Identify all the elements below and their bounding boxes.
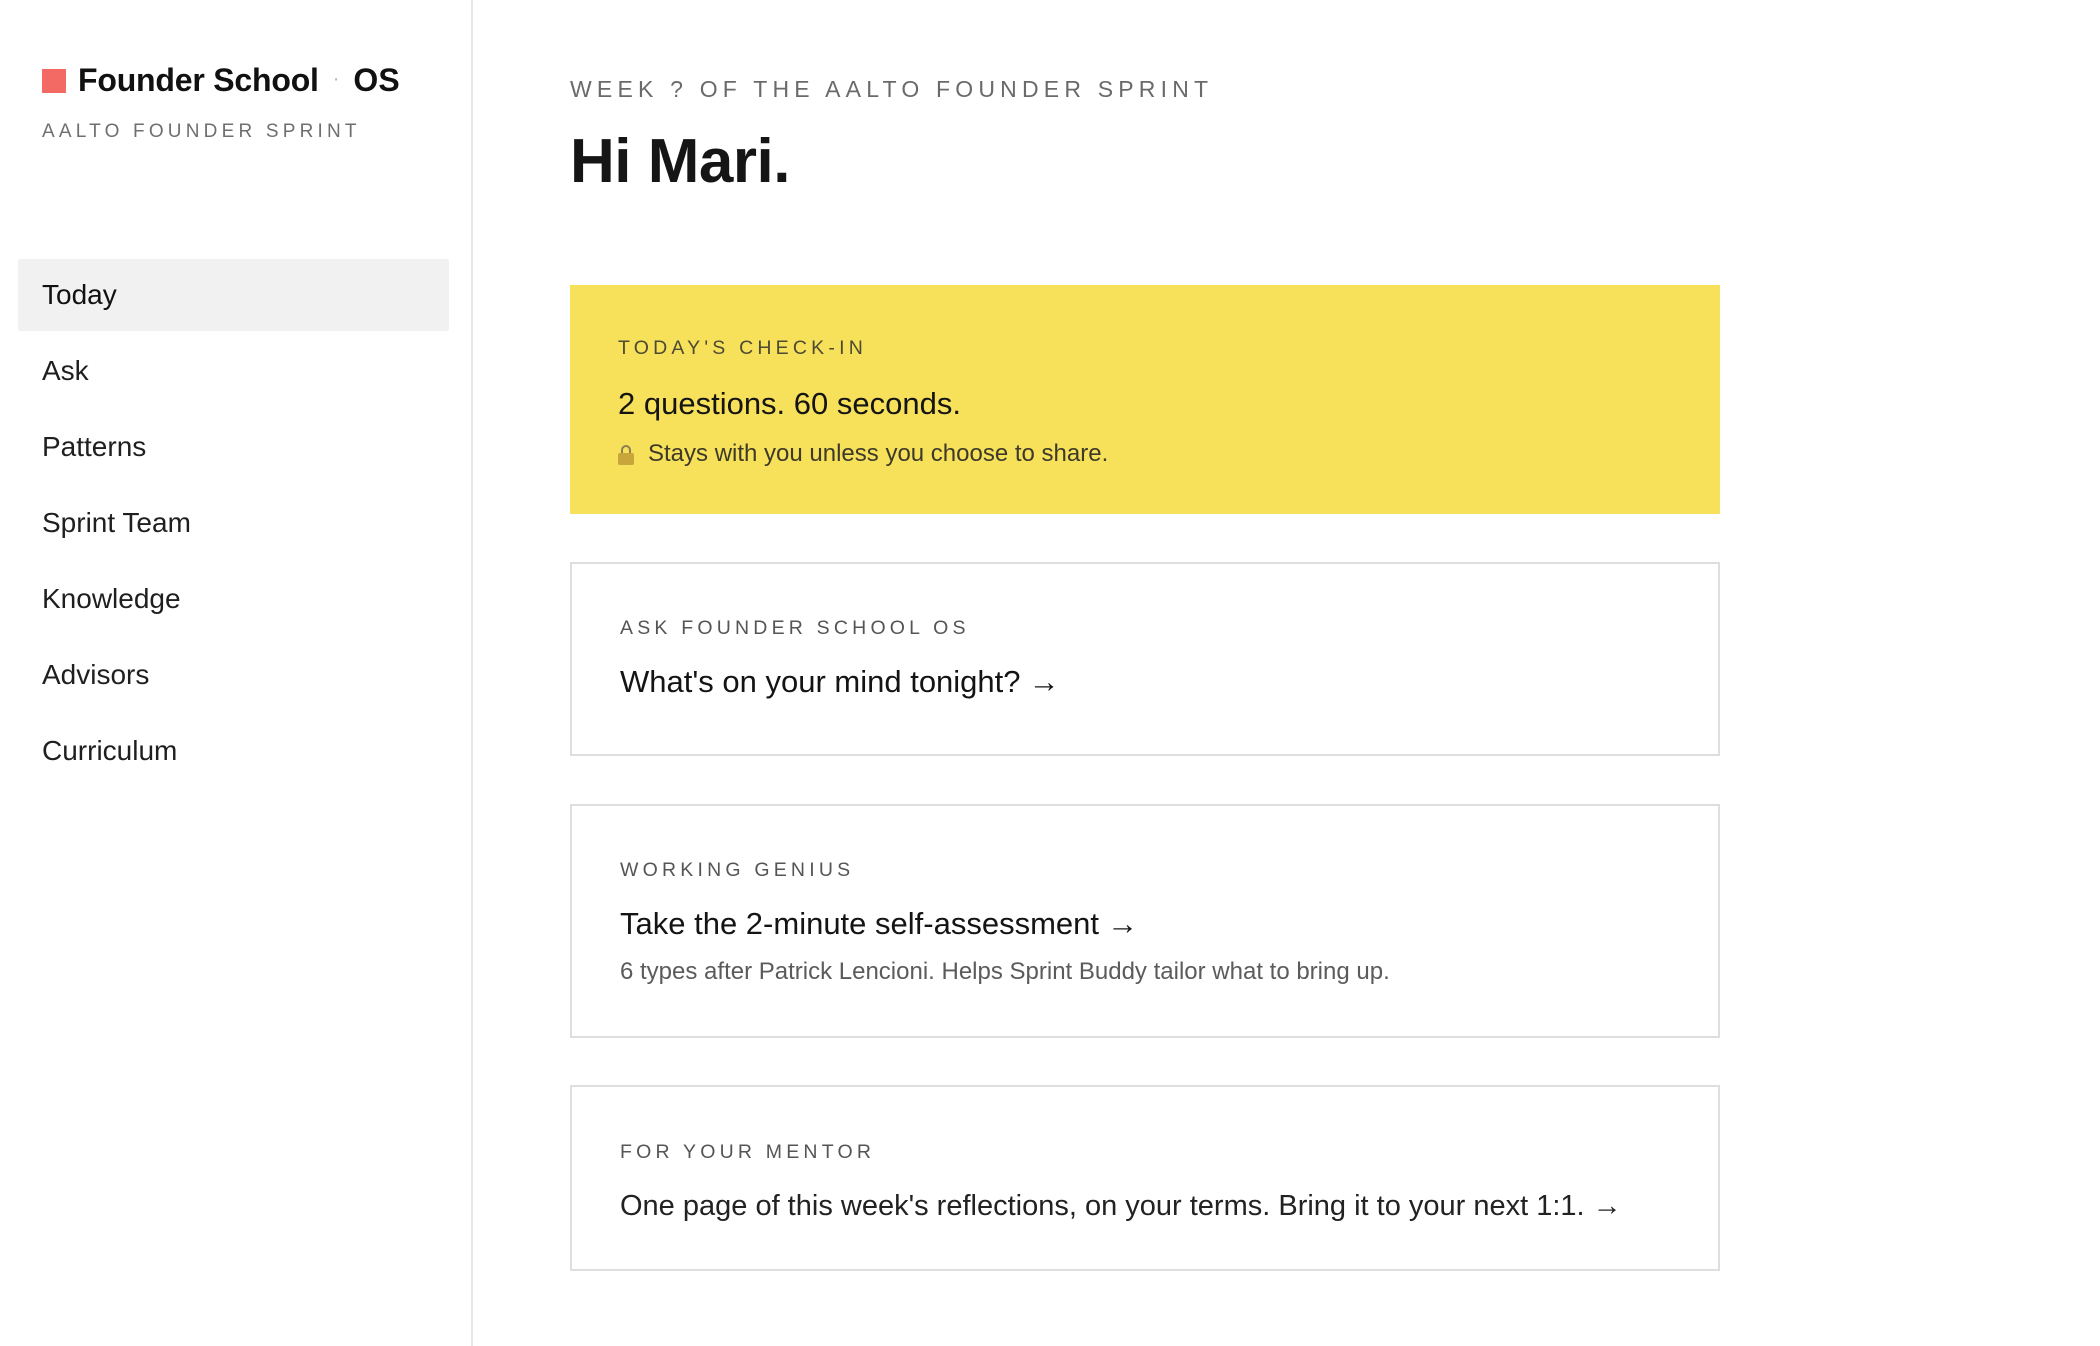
- working-genius-description: 6 types after Patrick Lencioni. Helps Sp…: [620, 958, 1390, 985]
- ask-card[interactable]: ASK FOUNDER SCHOOL OS What's on your min…: [570, 562, 1720, 756]
- ask-prompt[interactable]: What's on your mind tonight? →: [620, 664, 1718, 700]
- brand[interactable]: Founder School · OS: [42, 62, 400, 99]
- mentor-summary-link[interactable]: One page of this week's reflections, on …: [620, 1190, 1718, 1223]
- self-assessment-text: Take the 2-minute self-assessment: [620, 906, 1099, 941]
- sidebar: Founder School · OS AALTO FOUNDER SPRINT…: [0, 0, 473, 1346]
- brand-logo-square: [42, 68, 66, 93]
- sidebar-nav: Today Ask Patterns Sprint Team Knowledge…: [18, 259, 449, 791]
- checkin-title: 2 questions. 60 seconds.: [618, 386, 961, 421]
- arrow-right-icon: →: [1028, 664, 1060, 699]
- checkin-card[interactable]: TODAY'S CHECK-IN 2 questions. 60 seconds…: [570, 285, 1720, 514]
- sidebar-item-knowledge[interactable]: Knowledge: [18, 563, 449, 635]
- checkin-label: TODAY'S CHECK-IN: [618, 337, 867, 359]
- sidebar-item-curriculum[interactable]: Curriculum: [18, 715, 449, 787]
- checkin-privacy-note: Stays with you unless you choose to shar…: [618, 440, 1720, 468]
- sidebar-item-patterns[interactable]: Patterns: [18, 411, 449, 483]
- working-genius-card[interactable]: WORKING GENIUS Take the 2-minute self-as…: [570, 804, 1720, 1038]
- mentor-summary-text: One page of this week's reflections, on …: [620, 1190, 1585, 1222]
- lock-icon: [618, 445, 634, 465]
- sidebar-item-advisors[interactable]: Advisors: [18, 639, 449, 711]
- brand-subtitle: AALTO FOUNDER SPRINT: [42, 121, 361, 142]
- mentor-label: FOR YOUR MENTOR: [620, 1141, 876, 1163]
- sidebar-item-sprint-team[interactable]: Sprint Team: [18, 487, 449, 559]
- brand-separator: ·: [332, 68, 340, 90]
- week-eyebrow: WEEK ? OF THE AALTO FOUNDER SPRINT: [570, 76, 1214, 102]
- working-genius-label: WORKING GENIUS: [620, 859, 855, 881]
- ask-label: ASK FOUNDER SCHOOL OS: [620, 617, 970, 639]
- page-title: Hi Mari.: [570, 127, 790, 196]
- brand-name: Founder School: [78, 62, 319, 98]
- self-assessment-link[interactable]: Take the 2-minute self-assessment →: [620, 906, 1718, 942]
- arrow-right-icon: →: [1107, 906, 1138, 941]
- arrow-right-icon: →: [1592, 1190, 1622, 1222]
- mentor-card[interactable]: FOR YOUR MENTOR One page of this week's …: [570, 1085, 1720, 1271]
- sidebar-item-today[interactable]: Today: [18, 259, 449, 331]
- ask-prompt-text: What's on your mind tonight?: [620, 664, 1021, 699]
- checkin-privacy-text: Stays with you unless you choose to shar…: [648, 440, 1109, 467]
- sidebar-item-ask[interactable]: Ask: [18, 335, 449, 407]
- brand-suffix: OS: [353, 62, 400, 98]
